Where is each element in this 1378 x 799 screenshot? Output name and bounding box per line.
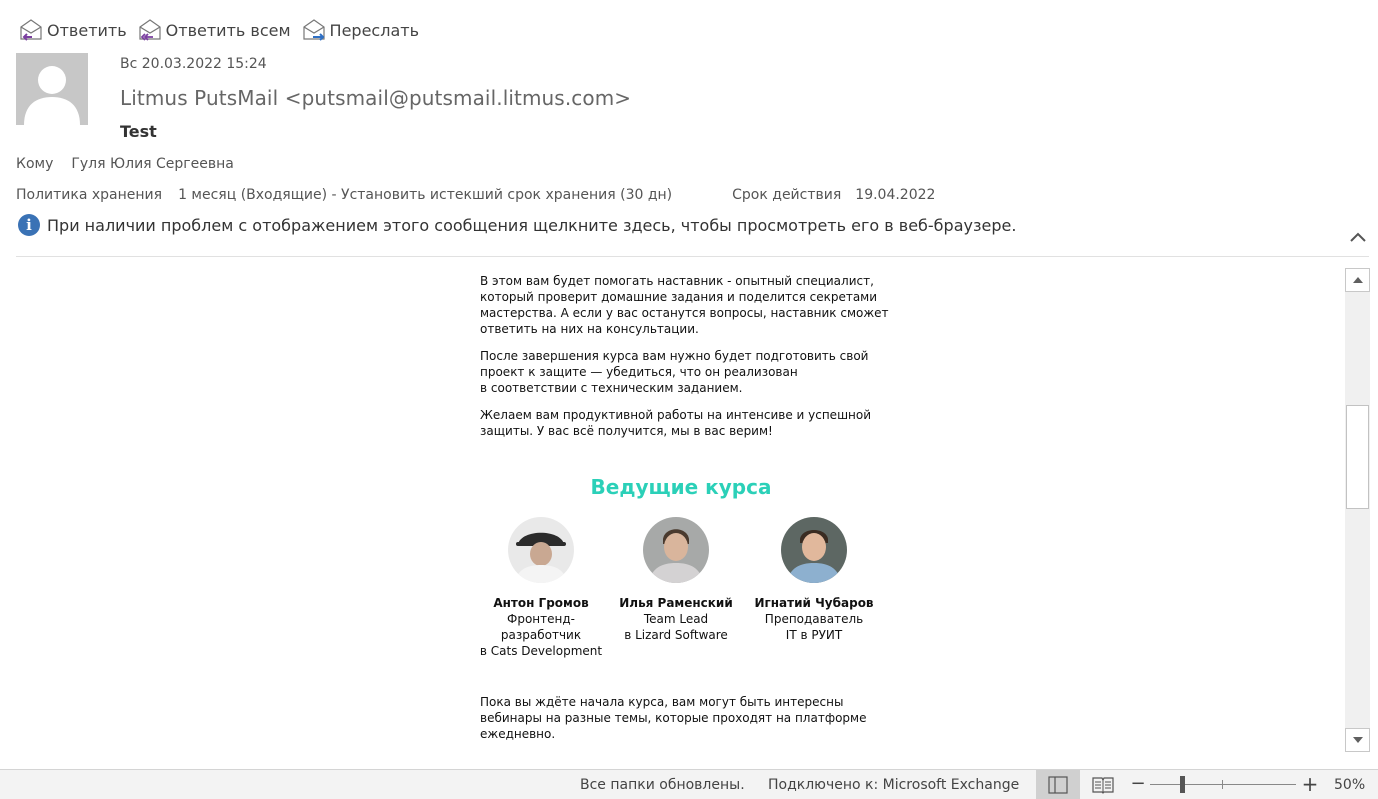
infobar-text: При наличии проблем с отображением этого… — [47, 215, 1017, 235]
reply-all-envelope-icon — [139, 19, 161, 41]
zoom-out-button[interactable]: − — [1130, 775, 1146, 794]
mentor-card: Илья Раменский Team Lead в Lizard Softwa… — [611, 517, 741, 643]
to-label: Кому — [16, 156, 54, 172]
to-row: Кому Гуля Юлия Сергеевна — [16, 156, 234, 172]
zoom-slider-center-mark — [1222, 780, 1223, 789]
scroll-thumb[interactable] — [1346, 405, 1369, 509]
message-subject: Test — [120, 122, 157, 141]
status-bar: Все папки обновлены. Подключено к: Micro… — [0, 769, 1378, 799]
body-intro: В этом вам будет помогать наставник - оп… — [480, 273, 900, 450]
mentor-photo — [643, 517, 709, 583]
mentor-card: Игнатий Чубаров Преподаватель IT в РУИТ — [749, 517, 879, 643]
zoom-level[interactable]: 50% — [1334, 777, 1365, 793]
reply-envelope-icon — [20, 19, 42, 41]
policy-value: 1 месяц (Входящие) - Установить истекший… — [178, 187, 673, 203]
body-paragraph: В этом вам будет помогать наставник - оп… — [480, 274, 889, 336]
forward-label: Переслать — [329, 20, 419, 40]
zoom-slider-thumb[interactable] — [1180, 776, 1185, 793]
connection-status: Подключено к: Microsoft Exchange — [768, 777, 1020, 793]
mentor-photo — [781, 517, 847, 583]
policy-label: Политика хранения — [16, 187, 163, 203]
forward-button[interactable]: Переслать — [301, 18, 419, 42]
message-toolbar: Ответить Ответить всем Переслать — [18, 16, 419, 44]
sender-name[interactable]: Litmus PutsMail <putsmail@putsmail.litmu… — [120, 86, 631, 110]
mentor-photo — [508, 517, 574, 583]
course-hosts-heading: Ведущие курса — [590, 475, 772, 499]
zoom-in-button[interactable]: + — [1301, 774, 1319, 794]
normal-view-button[interactable] — [1036, 770, 1080, 799]
reading-view-icon — [1092, 777, 1114, 794]
sender-avatar — [16, 53, 88, 125]
chevron-up-icon[interactable] — [1348, 228, 1368, 246]
reply-label: Ответить — [47, 20, 127, 40]
message-date: Вс 20.03.2022 15:24 — [120, 56, 267, 72]
triangle-down-icon — [1352, 737, 1363, 743]
retention-policy-row: Политика хранения 1 месяц (Входящие) - У… — [16, 187, 935, 203]
expiry-value: 19.04.2022 — [855, 187, 936, 203]
reading-view-button[interactable] — [1090, 770, 1116, 799]
reply-all-button[interactable]: Ответить всем — [137, 18, 291, 42]
zoom-slider-track[interactable] — [1150, 784, 1296, 785]
message-scrollbar[interactable] — [1345, 268, 1370, 752]
mentor-role: Фронтенд- разработчик в Cats Development — [479, 612, 603, 658]
info-icon: i — [18, 214, 40, 236]
normal-view-icon — [1048, 776, 1068, 794]
forward-envelope-icon — [302, 19, 325, 41]
mentor-role: Team Lead в Lizard Software — [624, 612, 728, 642]
body-paragraph: После завершения курса вам нужно будет п… — [480, 349, 869, 395]
triangle-up-icon — [1352, 277, 1363, 283]
mentor-role: Преподаватель IT в РУИТ — [764, 612, 864, 642]
reply-all-label: Ответить всем — [165, 20, 291, 40]
sync-status: Все папки обновлены. — [580, 777, 745, 793]
mentor-card: Антон Громов Фронтенд- разработчик в Cat… — [476, 517, 606, 659]
expiry-label: Срок действия — [732, 187, 842, 203]
to-recipient[interactable]: Гуля Юлия Сергеевна — [71, 156, 234, 172]
mentor-name: Игнатий Чубаров — [754, 596, 874, 610]
person-placeholder-icon — [16, 53, 88, 125]
scroll-down-button[interactable] — [1345, 728, 1370, 752]
body-paragraph: Желаем вам продуктивной работы на интенс… — [480, 408, 872, 438]
browser-view-infobar[interactable]: i При наличии проблем с отображением это… — [18, 214, 1016, 236]
mentor-name: Антон Громов — [493, 596, 589, 610]
scroll-up-button[interactable] — [1345, 268, 1370, 292]
mentor-name: Илья Раменский — [619, 596, 733, 610]
message-body: В этом вам будет помогать наставник - оп… — [0, 257, 1343, 769]
body-paragraph: Пока вы ждёте начала курса, вам могут бы… — [480, 695, 867, 741]
reply-button[interactable]: Ответить — [18, 18, 127, 42]
